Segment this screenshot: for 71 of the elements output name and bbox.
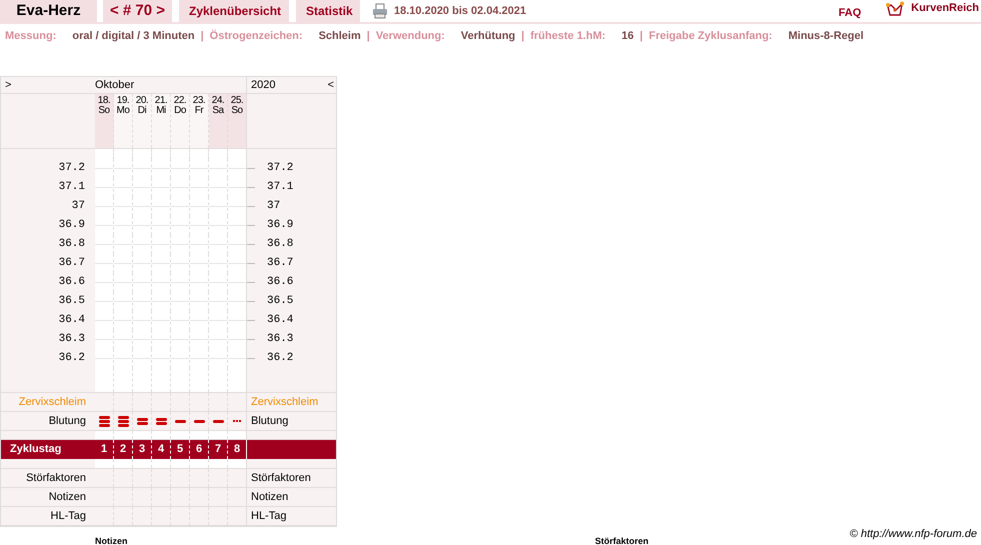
temperature-label: 37 [267,199,280,214]
day-header: 20. Di [133,94,152,148]
copyright-link[interactable]: © http://www.nfp-forum.de [850,526,977,542]
nav-tab[interactable]: Zyklenübersicht [179,0,289,22]
section-heading: Störfaktoren [595,535,649,545]
separator: | [640,28,643,44]
year-label: 2020 [251,78,276,93]
temperature-label: 37.1 [267,180,294,196]
previous-month-button[interactable]: > [5,77,95,94]
user-name: Eva-Herz [0,0,97,22]
temperature-label: 36.8 [58,237,86,252]
section-heading: Notizen [95,535,128,545]
temperature-label: 36.7 [58,256,86,272]
row-label: Störfaktoren [250,470,312,486]
logo-text: KurvenReich [911,1,979,16]
day-header: 24. Sa [209,94,228,148]
date-range: 18.10.2020 bis 02.04.2021 [394,4,526,19]
row-label: Zervixschleim [250,394,320,410]
info-label: Messung: [5,28,56,44]
faq-link[interactable]: FAQ [838,4,862,21]
temperature-label: 36.2 [267,351,294,366]
day-header: 18. So [95,94,114,148]
row-label: Störfaktoren [25,470,87,486]
day-header: 19. Mo [114,94,133,148]
temperature-label: 37.2 [267,161,294,176]
info-label: früheste 1.hM: [530,28,606,44]
info-value: Minus-8-Regel [788,28,864,44]
row-label: HL-Tag [50,508,87,524]
day-header: 25. So [228,94,247,148]
row-label: Notizen [250,490,290,505]
print-icon[interactable] [372,3,388,19]
temperature-label: 37.1 [58,180,86,196]
temperature-label: 36.9 [58,218,86,234]
temperature-label: 36.5 [267,294,294,310]
crown-icon [885,1,906,17]
temperature-label: 36.5 [58,294,86,310]
temperature-label: 36.9 [267,218,294,234]
row-label: Notizen [48,490,87,505]
info-label: Verwendung: [376,28,445,44]
info-value: oral / digital / 3 Minuten [72,28,195,44]
info-label: Freigabe Zyklusanfang: [648,28,772,44]
temperature-label: 36.6 [267,275,294,290]
separator: | [200,28,204,44]
row-label: Zyklustag [9,442,62,458]
info-value: 16 [622,28,634,44]
temperature-label: 36.2 [58,351,86,366]
nav-tab[interactable]: Statistik [296,0,360,22]
row-label: HL-Tag [250,508,288,524]
cycle-navigation[interactable]: < # 70 > [103,0,172,22]
temperature-label: 36.4 [267,313,294,328]
temperature-label: 37 [70,199,86,214]
temperature-label: 37.2 [58,161,86,176]
next-month-button[interactable]: < [328,77,334,94]
row-label: Blutung [250,414,290,429]
temperature-label: 36.7 [267,256,294,272]
day-header: 21. Mi [152,94,171,148]
info-value: Verhütung [460,28,516,44]
row-label: Zervixschleim [18,394,87,410]
row-label: Blutung [48,414,87,429]
info-label: Östrogenzeichen: [210,28,303,44]
day-header: 22. Do [171,94,190,148]
temperature-label: 36.4 [58,313,86,328]
info-value: Schleim [318,28,361,44]
day-header: 23. Fr [190,94,209,148]
separator: | [366,28,370,44]
temperature-label: 36.3 [58,332,86,348]
temperature-label: 36.3 [267,332,294,348]
separator: | [521,28,524,44]
temperature-label: 36.6 [58,275,86,290]
temperature-label: 36.8 [267,237,294,252]
month-label: Oktober [95,78,134,93]
